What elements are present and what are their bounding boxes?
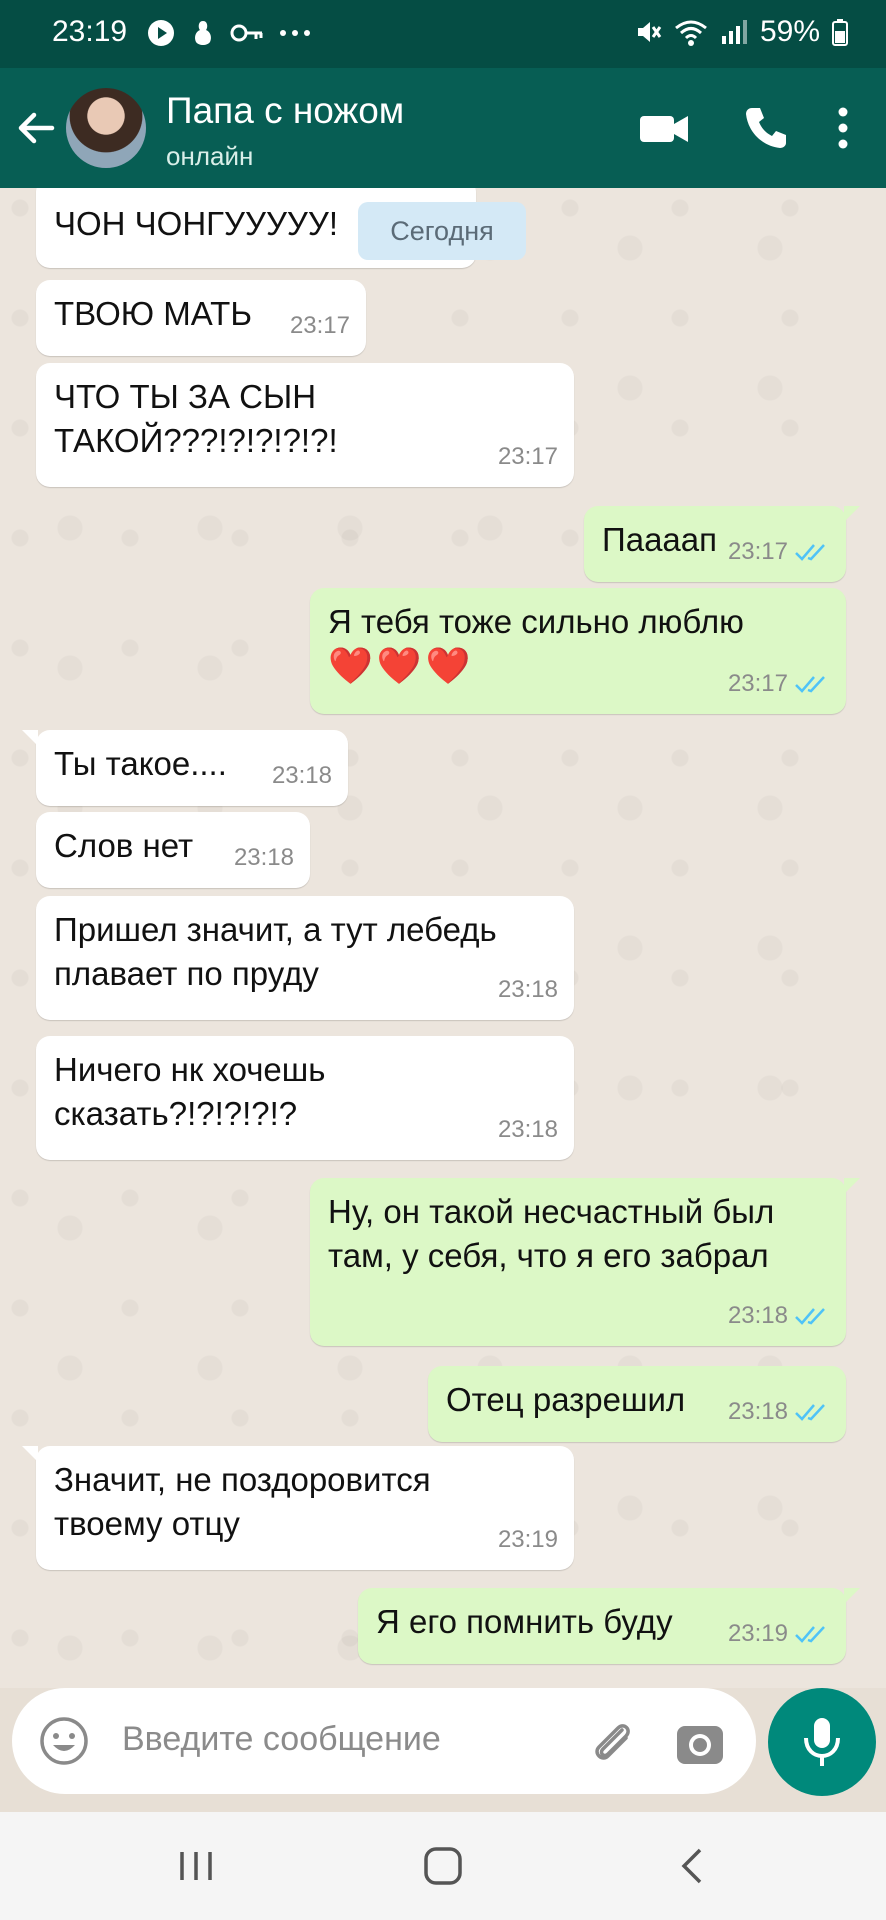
read-ticks-icon [795, 1626, 825, 1643]
recent-apps-icon[interactable] [174, 1844, 218, 1888]
play-icon [148, 20, 174, 46]
more-vert-icon[interactable] [815, 100, 871, 156]
key-icon [230, 24, 263, 42]
read-ticks-icon [795, 544, 825, 561]
message-out[interactable]: Я тебя тоже сильно люблю ❤️❤️❤️ 23:17 [310, 588, 846, 714]
message-text: Ты такое.... [54, 745, 227, 782]
arrow-left-icon[interactable] [12, 104, 60, 152]
message-time: 23:18 [497, 1116, 558, 1143]
message-input[interactable]: Введите сообщение [122, 1720, 441, 1759]
avatar[interactable] [66, 88, 146, 168]
status-right-icons: 59% [634, 15, 848, 49]
chat-header: Папа с ножом онлайн [0, 68, 886, 188]
home-icon[interactable] [421, 1844, 465, 1888]
contact-name[interactable]: Папа с ножом [166, 90, 404, 132]
message-time: 23:19 [727, 1620, 788, 1647]
message-in[interactable]: Пришел значит, а тут лебедь плавает по п… [36, 896, 574, 1020]
message-time: 23:17 [289, 312, 350, 339]
video-call-icon[interactable] [636, 100, 692, 156]
message-text: Значит, не поздоровится твоему отцу [54, 1461, 431, 1542]
message-text: ЧОН ЧОНГУУУУУ! [54, 205, 339, 242]
read-ticks-icon [795, 1308, 825, 1325]
message-in[interactable]: ЧТО ТЫ ЗА СЫН ТАКОЙ???!?!?!?!?! 23:17 [36, 363, 574, 487]
paperclip-icon[interactable] [586, 1716, 640, 1770]
message-time: 23:18 [727, 1398, 788, 1425]
message-time: 23:17 [727, 538, 788, 565]
message-in[interactable]: Значит, не поздоровится твоему отцу 23:1… [22, 1446, 574, 1570]
read-ticks-icon [795, 676, 825, 693]
chat-area[interactable]: ЧОН ЧОНГУУУУУ! Сегодня ТВОЮ МАТЬ 23:17 Ч… [0, 188, 886, 1688]
message-out[interactable]: Паааап 23:17 [584, 506, 860, 582]
message-in[interactable]: ТВОЮ МАТЬ 23:17 [36, 280, 366, 356]
message-out[interactable]: Отец разрешил 23:18 [428, 1366, 846, 1442]
message-time: 23:18 [271, 762, 332, 789]
message-out[interactable]: Ну, он такой несчастный был там, у себя,… [310, 1178, 860, 1346]
phone-icon[interactable] [738, 100, 794, 156]
battery-icon [832, 19, 848, 46]
notification-icons [146, 18, 312, 48]
status-time: 23:19 [52, 15, 128, 48]
send-voice-button[interactable] [768, 1688, 876, 1796]
message-time: 23:18 [497, 976, 558, 1003]
message-text: Слов нет [54, 827, 194, 864]
message-out[interactable]: Я его помнить буду 23:19 [358, 1588, 860, 1664]
status-bar: 23:19 59% [0, 0, 886, 68]
message-time: 23:17 [727, 670, 788, 697]
read-ticks-icon [795, 1404, 825, 1421]
message-text: ТВОЮ МАТЬ [54, 295, 252, 332]
message-time: 23:18 [727, 1302, 788, 1329]
more-notifications-icon [280, 30, 310, 36]
message-time: 23:18 [233, 844, 294, 871]
battery-percent: 59% [759, 15, 820, 48]
microphone-icon [804, 1718, 840, 1766]
message-text: Паааап [602, 521, 718, 558]
mute-icon [637, 22, 662, 42]
message-time: 23:17 [497, 443, 558, 470]
system-nav-bar [0, 1812, 886, 1920]
message-in[interactable]: Ничего нк хочешь сказать?!?!?!?!? 23:18 [36, 1036, 574, 1160]
message-time: 23:19 [497, 1526, 558, 1553]
message-composer[interactable]: Введите сообщение [12, 1688, 756, 1794]
message-text: ЧТО ТЫ ЗА СЫН ТАКОЙ???!?!?!?!?! [54, 378, 338, 459]
date-chip: Сегодня [358, 202, 526, 260]
message-text: Пришел значит, а тут лебедь плавает по п… [54, 911, 497, 992]
message-text: Я тебя тоже сильно люблю [328, 603, 744, 640]
nav-back-icon[interactable] [672, 1844, 716, 1888]
message-text: Ну, он такой несчастный был там, у себя,… [328, 1193, 775, 1274]
contact-status: онлайн [166, 141, 254, 171]
message-text: Ничего нк хочешь сказать?!?!?!?!? [54, 1051, 326, 1132]
message-in[interactable]: Слов нет 23:18 [36, 812, 310, 888]
emoji-icon[interactable] [38, 1715, 90, 1767]
camera-icon[interactable] [674, 1718, 726, 1770]
app-notification-icon [195, 21, 211, 45]
message-in[interactable]: Ты такое.... 23:18 [22, 730, 348, 806]
message-text: Отец разрешил [446, 1381, 686, 1418]
wifi-icon [675, 20, 707, 46]
message-text: Я его помнить буду [376, 1603, 673, 1640]
signal-icon [721, 20, 747, 44]
